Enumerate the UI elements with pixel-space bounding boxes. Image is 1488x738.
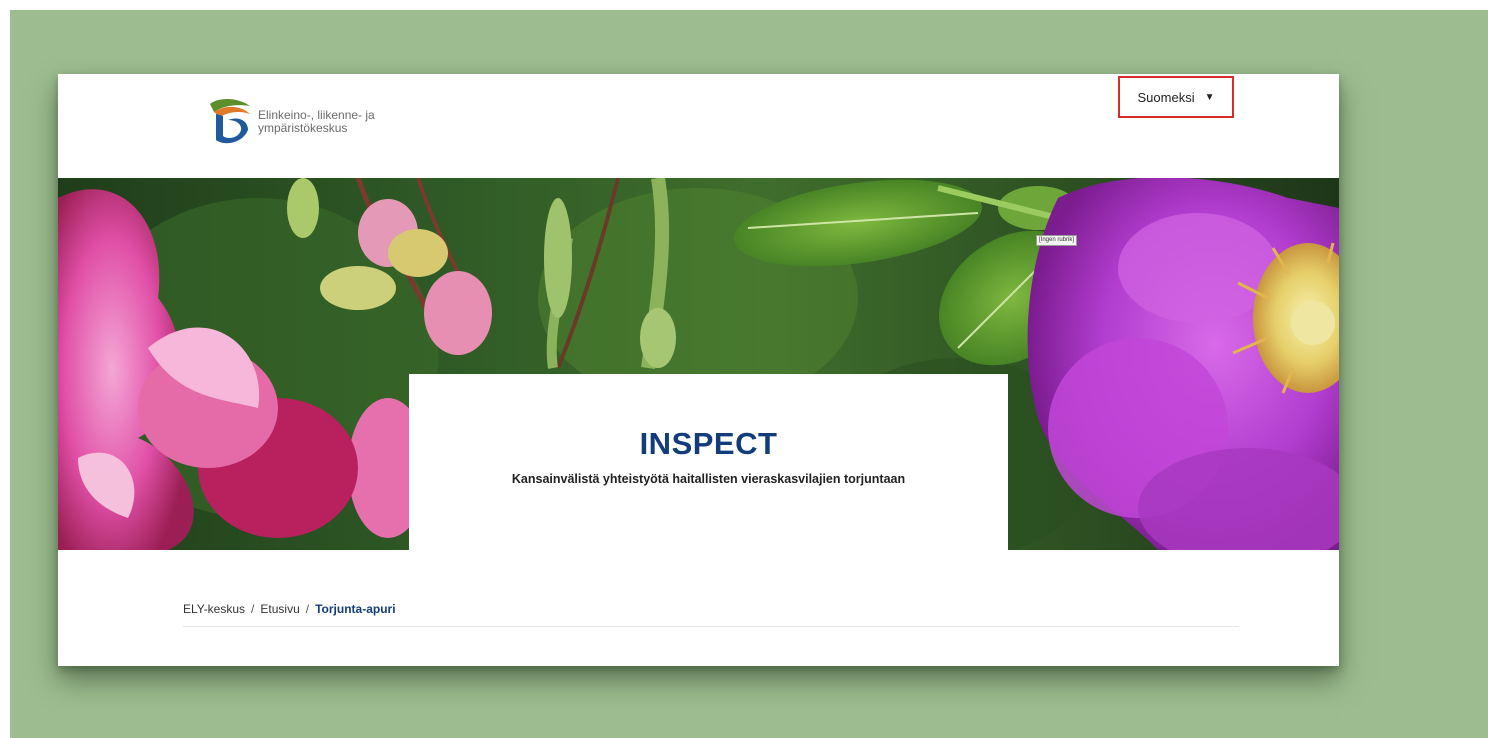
breadcrumb-current: Torjunta-apuri [315, 602, 396, 616]
screenshot-frame: Elinkeino-, liikenne- ja ympäristökeskus… [10, 10, 1488, 738]
breadcrumb: ELY-keskus / Etusivu / Torjunta-apuri [183, 602, 1239, 627]
hero-card: INSPECT Kansainvälistä yhteistyötä haita… [409, 374, 1008, 550]
logo-text: Elinkeino-, liikenne- ja ympäristökeskus [258, 109, 375, 135]
ely-logo-icon [210, 98, 250, 144]
page-subtitle: Kansainvälistä yhteistyötä haitallisten … [511, 472, 906, 486]
breadcrumb-link-etusivu[interactable]: Etusivu [260, 602, 299, 616]
chevron-down-icon: ▼ [1204, 91, 1215, 103]
language-label: Suomeksi [1137, 89, 1195, 105]
breadcrumb-separator: / [305, 602, 310, 616]
language-select[interactable]: Suomeksi ▼ [1118, 76, 1234, 118]
site-header: Elinkeino-, liikenne- ja ympäristökeskus… [58, 74, 1339, 178]
ely-logo[interactable]: Elinkeino-, liikenne- ja ympäristökeskus [208, 98, 375, 144]
logo-line-2: ympäristökeskus [258, 121, 348, 135]
page: Elinkeino-, liikenne- ja ympäristökeskus… [58, 74, 1339, 666]
page-title: INSPECT [639, 426, 778, 461]
image-caption: [Ingen rubrik] [1036, 235, 1078, 246]
breadcrumb-separator: / [251, 602, 255, 616]
hero-banner: [Ingen rubrik] INSPECT Kansainvälistä yh… [58, 178, 1339, 550]
breadcrumb-link-ely[interactable]: ELY-keskus [183, 602, 245, 616]
